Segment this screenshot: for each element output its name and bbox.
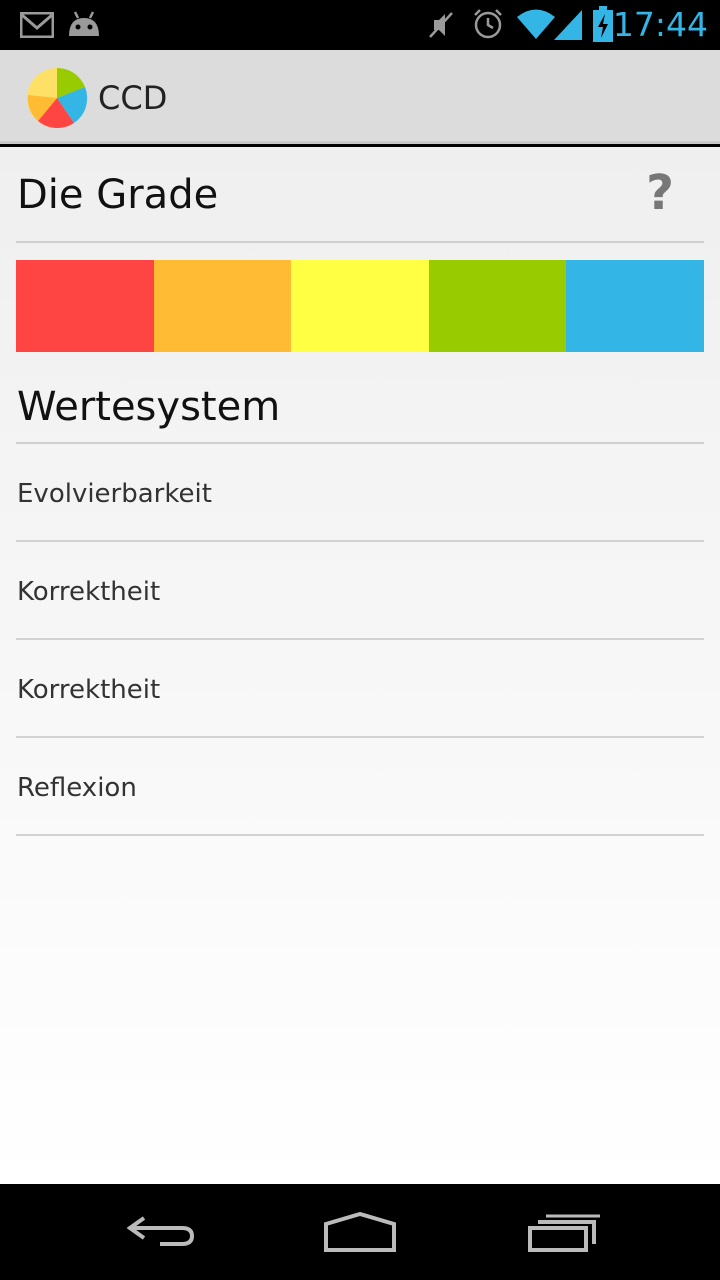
alarm-icon [474, 9, 502, 39]
list-item-label: Evolvierbarkeit [17, 479, 212, 509]
grade-color-bar[interactable] [16, 260, 704, 352]
grade-color-yellow[interactable] [291, 260, 429, 352]
section-header: Wertesystem [16, 373, 704, 444]
status-time: 17:44 [612, 5, 708, 44]
grade-header: Die Grade ? [16, 147, 704, 243]
android-icon [69, 11, 99, 36]
list-item-label: Korrektheit [17, 577, 161, 607]
section-title: Wertesystem [17, 384, 281, 430]
value-list: Evolvierbarkeit Korrektheit Korrektheit … [16, 444, 704, 836]
home-button[interactable] [290, 1184, 430, 1280]
recent-apps-button[interactable] [496, 1184, 636, 1280]
signal-icon [554, 10, 582, 40]
back-icon [126, 1216, 195, 1246]
list-item[interactable]: Korrektheit [16, 640, 704, 738]
grade-color-green[interactable] [428, 260, 567, 352]
help-button[interactable]: ? [638, 165, 682, 221]
list-item[interactable]: Evolvierbarkeit [16, 444, 704, 542]
back-button[interactable] [90, 1184, 230, 1280]
list-item[interactable]: Reflexion [16, 738, 704, 836]
list-item-label: Reflexion [17, 773, 137, 803]
wifi-icon [517, 9, 555, 39]
grade-color-blue[interactable] [566, 260, 704, 352]
recent-apps-icon [528, 1214, 600, 1252]
battery-charging-icon [593, 6, 613, 42]
navigation-bar [0, 1184, 720, 1280]
list-item-label: Korrektheit [17, 675, 161, 705]
main-content: Die Grade ? Wertesystem Evolvierbarkeit … [0, 147, 720, 1184]
mute-icon [429, 12, 453, 38]
home-icon [324, 1212, 396, 1252]
app-title: CCD [98, 79, 168, 117]
grade-color-red[interactable] [16, 260, 154, 352]
list-item[interactable]: Korrektheit [16, 542, 704, 640]
status-bar: 17:44 [0, 0, 720, 50]
grade-title: Die Grade [17, 172, 219, 218]
gmail-icon [20, 12, 54, 38]
ccd-app-logo[interactable] [26, 67, 88, 129]
grade-color-orange[interactable] [153, 260, 292, 352]
action-bar: CCD [0, 50, 720, 144]
